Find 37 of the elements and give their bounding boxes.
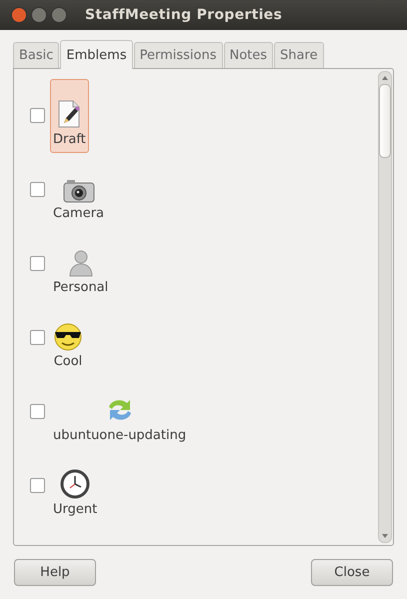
emblem-label: Camera [53,206,104,221]
scroll-up-icon[interactable] [382,76,388,80]
maximize-icon[interactable] [51,7,67,23]
close-window-icon[interactable] [11,7,27,23]
tab[interactable]: Emblems [60,40,133,69]
emblem-label: Urgent [53,502,98,517]
emblem-item[interactable]: Camera [50,153,108,227]
clock-icon [60,469,90,499]
scroll-down-icon[interactable] [382,534,388,538]
checkbox[interactable] [30,404,45,419]
emblem-label: ubuntuone-updating [53,428,186,443]
minimize-icon[interactable] [31,7,47,23]
checkbox[interactable] [30,330,45,345]
tab[interactable]: Basic [13,42,60,68]
checkbox[interactable] [30,108,45,123]
help-button[interactable]: Help [14,559,96,586]
person-silhouette-icon [68,249,94,277]
camera-icon [62,179,95,203]
emblem-label: Draft [53,132,86,147]
checkbox[interactable] [30,256,45,271]
emblem-item[interactable]: Cool [50,301,86,375]
scrollbar-thumb[interactable] [379,84,391,158]
emblem-label: Cool [54,354,82,369]
close-button[interactable]: Close [311,559,393,586]
scrollbar[interactable] [378,71,392,543]
sunglasses-smiley-icon [53,323,83,351]
checkbox[interactable] [30,182,45,197]
emblem-label: Personal [53,280,108,295]
emblem-item[interactable]: Personal [50,227,112,301]
tab[interactable]: Permissions [134,42,222,68]
checkbox[interactable] [30,478,45,493]
tab[interactable]: Share [274,42,324,68]
emblem-item[interactable]: Urgent [50,449,100,523]
window-title: StaffMeeting Properties [85,7,282,23]
emblem-highlight[interactable]: Draft [50,79,89,153]
emblem-item[interactable]: ubuntuone-updating [50,375,190,449]
tab[interactable]: Notes [224,42,274,68]
